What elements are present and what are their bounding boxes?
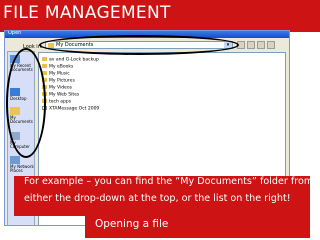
highlight-circle-places bbox=[6, 48, 46, 158]
list-item[interactable]: tech apps bbox=[42, 99, 71, 105]
views-icon[interactable] bbox=[267, 41, 275, 49]
caption-text: For example – you can find the “My Docum… bbox=[24, 176, 314, 204]
new-folder-icon[interactable] bbox=[257, 41, 265, 49]
up-folder-icon[interactable] bbox=[247, 41, 255, 49]
list-item[interactable]: My Videos bbox=[42, 85, 72, 91]
folder-icon bbox=[42, 57, 47, 61]
title-bar: FILE MANAGEMENT bbox=[0, 0, 320, 32]
list-item[interactable]: My eBooks bbox=[42, 64, 73, 70]
highlight-circle-dropdown bbox=[39, 35, 239, 55]
folder-icon bbox=[42, 64, 47, 68]
list-item[interactable]: My Web Sites bbox=[42, 92, 79, 98]
network-places-icon bbox=[10, 156, 20, 164]
slide: FILE MANAGEMENT Open Look in: My Documen… bbox=[0, 0, 320, 240]
caption-box: For example – you can find the “My Docum… bbox=[14, 176, 313, 216]
list-item[interactable]: av and G-Lock backup bbox=[42, 57, 99, 63]
place-label: My Network Places bbox=[10, 164, 34, 173]
slide-title: FILE MANAGEMENT bbox=[3, 3, 171, 23]
list-item[interactable]: My Pictures bbox=[42, 78, 75, 84]
list-item[interactable]: My Music bbox=[42, 71, 70, 77]
dialog-title: Open bbox=[8, 30, 22, 36]
subtitle: Opening a file bbox=[95, 218, 169, 230]
list-item[interactable]: XTAMessage Oct 2009 bbox=[42, 106, 99, 112]
subtitle-box: Opening a file bbox=[85, 214, 310, 238]
place-network[interactable]: My Network Places bbox=[10, 156, 34, 173]
